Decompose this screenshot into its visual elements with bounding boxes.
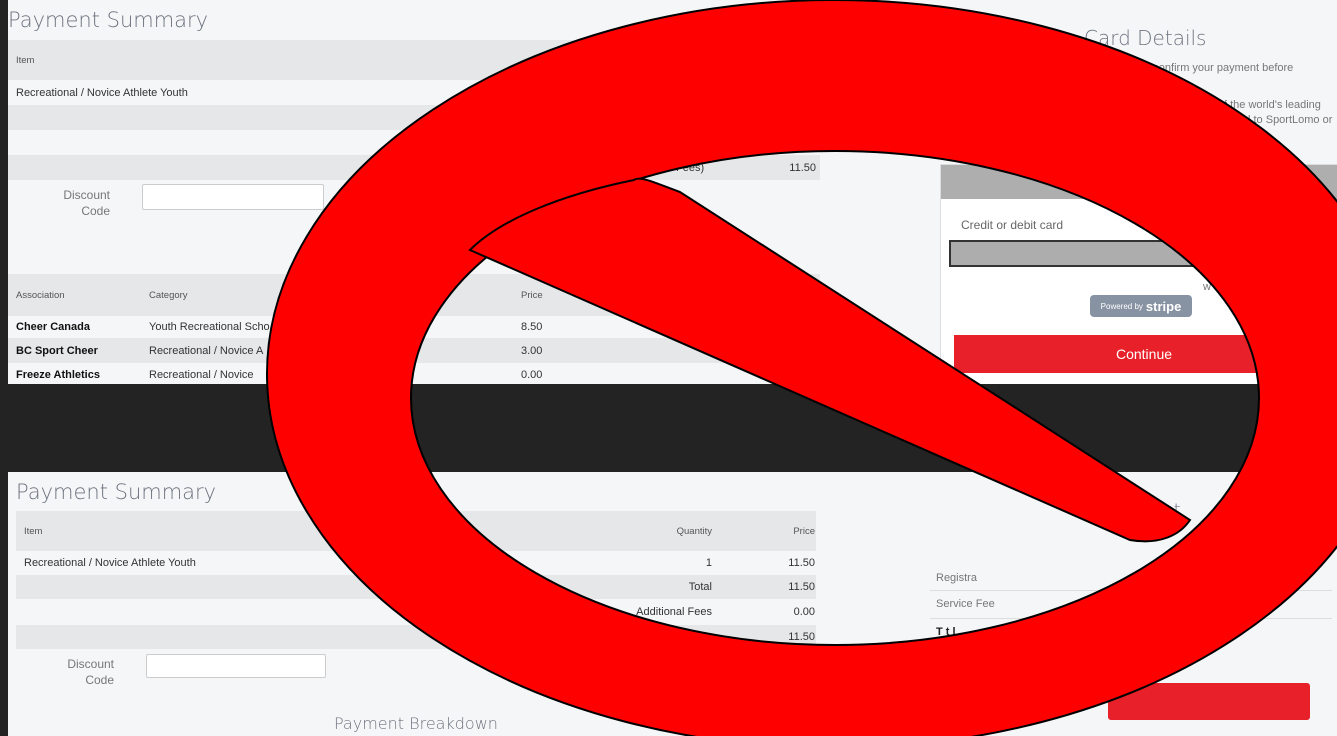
page-title: Payment Summary (8, 8, 209, 32)
continue-button[interactable]: Continue (954, 335, 1334, 373)
item-name: Recreational / Novice Athlete Youth (16, 86, 188, 99)
card-details-title: Card Details (1084, 26, 1207, 50)
association-name: BC Sport Cheer (16, 344, 98, 357)
fees-label: Fees) (676, 161, 705, 174)
discount-code-label: Discount Code (67, 657, 114, 687)
service-fee-label: Service Fee (936, 598, 995, 610)
association-header: Association (16, 289, 65, 301)
item-price: 11.50 (788, 557, 815, 569)
divider (930, 590, 1332, 591)
item-quantity: 1 (705, 557, 712, 569)
pay-button[interactable] (1108, 683, 1310, 720)
total-value: 11.50 (788, 581, 815, 593)
item-name: Recreational / Novice Athlete Youth (24, 557, 196, 569)
price-value: 8.50 (521, 321, 543, 333)
bottom-screenshot-panel: Payment Summary Item Quantity Price Recr… (8, 472, 1337, 736)
additional-fees-value: 0.00 (793, 606, 815, 618)
fees-value: 11.50 (789, 161, 816, 174)
price-header: Price (793, 525, 815, 537)
category-name: Youth Recreational Scho (149, 321, 270, 333)
credit-card-label: Credit or debit card (961, 218, 1064, 232)
payment-title: yment (1123, 500, 1181, 521)
association-name: Freeze Athletics (16, 369, 100, 381)
association-header-row: Association Category Price e (8, 274, 820, 316)
powered-by-stripe-badge[interactable]: Powered by stripe (1090, 295, 1192, 317)
total-label: Total (688, 581, 712, 593)
category-name: Recreational / Novice A (149, 344, 264, 357)
divider (930, 618, 1332, 619)
category-header: Category (149, 289, 188, 301)
extra-header: e (808, 289, 814, 301)
association-name: Cheer Canada (16, 321, 90, 333)
discount-code-label: Discount Code (63, 188, 110, 218)
grand-total-value: 11.50 (788, 631, 815, 643)
table-row: Recreational / Novice Athlete Youth (8, 80, 820, 105)
discount-code-input[interactable] (142, 184, 324, 210)
table-row (8, 105, 820, 130)
card-description-line: l to SportLomo or (1248, 114, 1333, 126)
item-header: Item (16, 54, 35, 66)
price-value: 3.00 (521, 344, 543, 357)
total-row: Total 11.50 (16, 575, 816, 599)
card-description-line: f the world's leading (1224, 99, 1321, 111)
table-header-row: Item (8, 40, 820, 80)
association-row: Cheer Canada Youth Recreational Scho 8.5… (8, 316, 820, 338)
page-title: Payment Summary (16, 480, 217, 504)
stripe-prefix: Powered by (1100, 301, 1143, 311)
association-row: Freeze Athletics Recreational / Novice 0… (8, 363, 820, 384)
discount-code-input[interactable] (146, 654, 326, 678)
quantity-header: Quantity (676, 525, 712, 537)
category-name: Recreational / Novice (149, 369, 254, 381)
top-screenshot-panel: Payment Summary Item Recreational / Novi… (8, 0, 1337, 384)
payment-breakdown-title: Payment Breakdown (334, 714, 498, 733)
total-label: T t l (936, 626, 956, 638)
item-header: Item (24, 525, 43, 537)
table-row: Fees) 11.50 (8, 155, 820, 180)
additional-fees-label: Additional Fees (636, 606, 712, 618)
grand-total-row: 11.50 (16, 625, 816, 649)
table-header-row: Item Quantity Price (16, 511, 816, 551)
card-description-line: nd confirm your payment before (1138, 62, 1294, 74)
price-header: Price (521, 289, 543, 301)
stripe-logo: stripe (1145, 298, 1182, 314)
registration-label: Registra (936, 572, 977, 584)
card-form-header (941, 165, 1337, 199)
table-row: Recreational / Novice Athlete Youth 1 11… (16, 551, 816, 575)
price-value: 0.00 (521, 369, 543, 381)
fees-row: Additional Fees 0.00 (16, 599, 816, 625)
apply-discount-button[interactable] (648, 181, 656, 205)
association-row: BC Sport Cheer Recreational / Novice A 3… (8, 338, 820, 363)
card-number-input[interactable] (949, 240, 1267, 267)
card-form: Credit or debit card w Powered by stripe… (940, 164, 1337, 384)
card-note-text: w (1203, 281, 1211, 293)
